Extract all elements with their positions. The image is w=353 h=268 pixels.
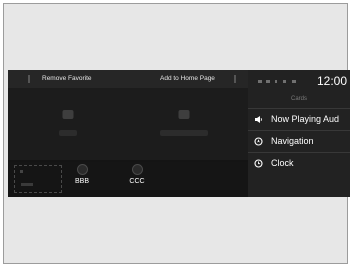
card-now-playing-audio[interactable]: Now Playing Aud xyxy=(248,108,350,130)
tile-label-placeholder xyxy=(160,130,208,136)
signal-icon xyxy=(266,80,270,83)
dock-item-bbb[interactable]: BBB xyxy=(68,164,96,196)
favorites-dock: BBB CCC xyxy=(8,162,248,197)
edit-toolbar: Remove Favorite Add to Home Page xyxy=(8,70,248,88)
favorites-area xyxy=(8,88,248,160)
speaker-icon xyxy=(254,115,263,124)
status-bar: 12:00 xyxy=(248,70,350,92)
dock-item-icon xyxy=(131,164,143,175)
card-label: Now Playing Aud xyxy=(271,114,340,124)
clock-icon xyxy=(254,159,263,168)
home-slot-icon xyxy=(20,170,23,173)
dock-item-icon xyxy=(76,164,88,175)
tile-icon xyxy=(62,110,74,119)
volume-icon xyxy=(292,80,296,83)
card-navigation[interactable]: Navigation xyxy=(248,130,350,152)
tile-icon xyxy=(178,110,190,119)
dock-item-ccc[interactable]: CCC xyxy=(123,164,151,196)
add-to-home-page-button[interactable]: Add to Home Page xyxy=(160,70,215,88)
remove-favorite-button[interactable]: Remove Favorite xyxy=(42,70,92,88)
bluetooth-icon xyxy=(275,80,277,83)
favorite-tile[interactable] xyxy=(130,92,238,156)
dock-item-label: BBB xyxy=(74,178,89,185)
home-slot[interactable] xyxy=(14,165,62,193)
toolbar-icon xyxy=(234,75,236,83)
mic-icon xyxy=(283,80,286,83)
tile-label-placeholder xyxy=(59,130,77,136)
favorite-tile[interactable] xyxy=(14,92,122,156)
battery-icon xyxy=(258,80,262,83)
cards-panel: 12:00 Cards Now Playing Aud Navigation C xyxy=(248,70,350,197)
toolbar-icon xyxy=(28,75,30,83)
dock-item-label: CCC xyxy=(129,178,145,185)
card-label: Clock xyxy=(271,158,294,168)
infotainment-screen: Remove Favorite Add to Home Page BBB CCC… xyxy=(8,70,350,197)
card-label: Navigation xyxy=(271,136,314,146)
navigation-icon xyxy=(254,137,263,146)
card-list: Now Playing Aud Navigation Clock xyxy=(248,108,350,174)
panel-title: Cards xyxy=(290,96,307,102)
home-edit-pane: Remove Favorite Add to Home Page BBB CCC xyxy=(8,70,248,197)
home-slot-label-placeholder xyxy=(21,183,33,186)
clock-display: 12:00 xyxy=(316,74,347,88)
card-clock[interactable]: Clock xyxy=(248,152,350,174)
